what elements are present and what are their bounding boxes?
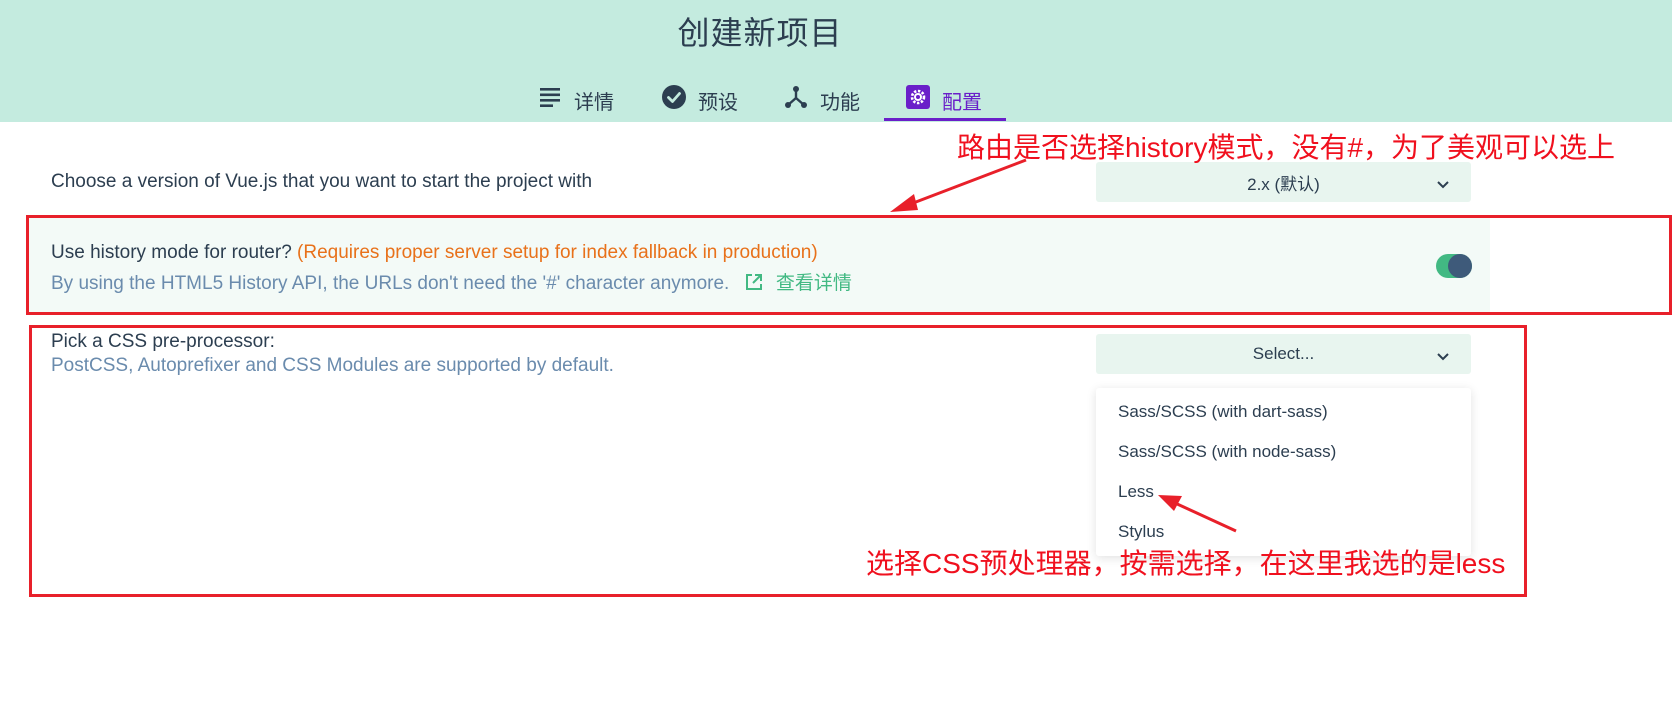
annotation-arrows — [890, 158, 1237, 533]
history-annotation-text: 路由是否选择history模式，没有#，为了美观可以选上 — [957, 132, 1616, 163]
css-annotation-text: 选择CSS预处理器，按需选择，在这里我选的是less — [866, 548, 1506, 579]
